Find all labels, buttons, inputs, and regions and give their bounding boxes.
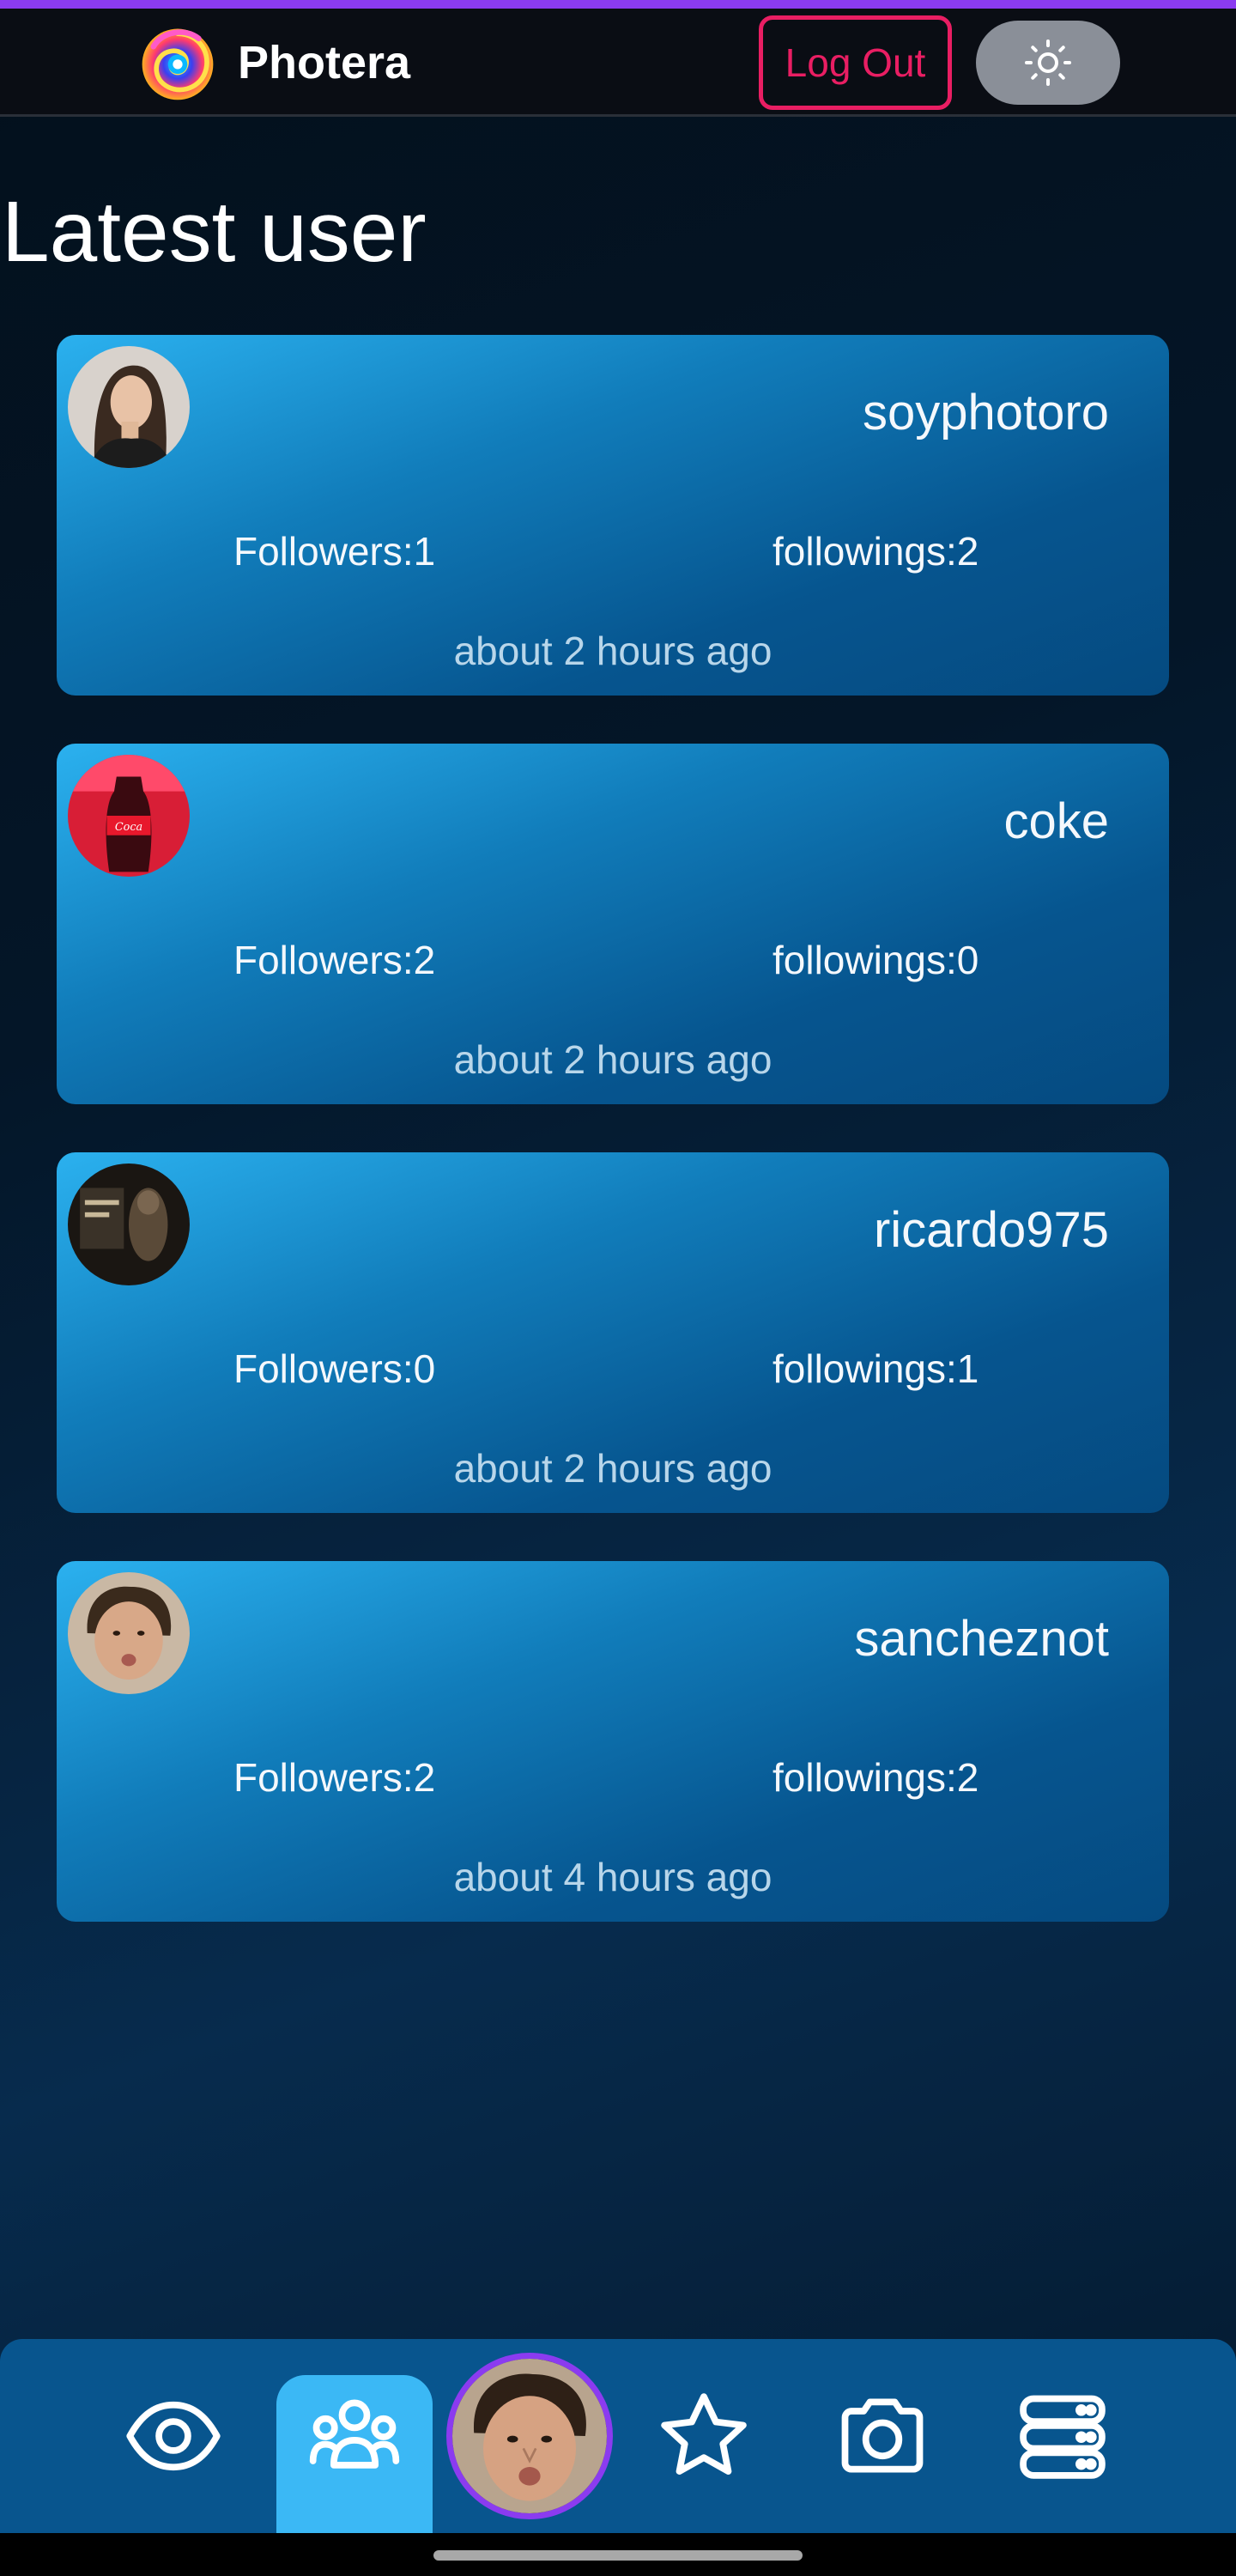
joined-time: about 2 hours ago [453,1037,772,1082]
bottom-navigation [0,2339,1236,2533]
camera-icon [841,2398,924,2473]
followers-count: Followers:2 [233,938,436,982]
nav-feed-button[interactable] [122,2339,225,2533]
photera-logo-icon[interactable] [137,22,218,103]
user-card[interactable]: soyphotoro Followers:1 followings:2 abou… [57,335,1169,696]
eye-icon [126,2401,221,2471]
nav-storage-button[interactable] [1011,2339,1114,2533]
username[interactable]: coke [1003,792,1109,852]
followers-count: Followers:0 [233,1346,436,1391]
username[interactable]: soyphotoro [863,383,1109,443]
user-avatar[interactable] [68,1572,190,1694]
server-icon [1020,2395,1106,2479]
nav-camera-button[interactable] [831,2339,934,2533]
followings-count: followings:0 [772,938,979,982]
user-card[interactable]: ricardo975 Followers:0 followings:1 abou… [57,1152,1169,1513]
top-accent-strip [0,0,1236,9]
brand-name: Photera [238,37,411,88]
user-avatar[interactable] [68,1163,190,1285]
joined-time: about 2 hours ago [453,1446,772,1491]
followers-count: Followers:1 [233,529,436,574]
username[interactable]: sancheznot [854,1609,1109,1669]
star-icon [661,2393,747,2475]
profile-avatar-button[interactable] [446,2353,613,2519]
theme-toggle-button[interactable] [976,21,1120,105]
followings-count: followings:2 [772,529,979,574]
user-card[interactable]: sancheznot Followers:2 followings:2 abou… [57,1561,1169,1922]
user-card[interactable]: Coca coke Followers:2 followings:0 about… [57,744,1169,1104]
user-avatar[interactable] [68,346,190,468]
user-avatar[interactable]: Coca [68,755,190,877]
followings-count: followings:1 [772,1346,979,1391]
joined-time: about 2 hours ago [453,629,772,673]
home-indicator[interactable] [433,2550,803,2561]
followings-count: followings:2 [772,1755,979,1800]
sun-icon [1025,39,1071,86]
app-header: Photera Log Out [0,9,1236,117]
followers-count: Followers:2 [233,1755,436,1800]
username[interactable]: ricardo975 [874,1200,1109,1261]
svg-text:Coca: Coca [115,821,142,834]
nav-favorites-button[interactable] [652,2339,755,2533]
page-title: Latest user [2,184,427,280]
joined-time: about 4 hours ago [453,1855,772,1899]
logout-button[interactable]: Log Out [759,15,952,110]
users-icon [309,2399,400,2469]
nav-users-button[interactable] [303,2339,406,2533]
